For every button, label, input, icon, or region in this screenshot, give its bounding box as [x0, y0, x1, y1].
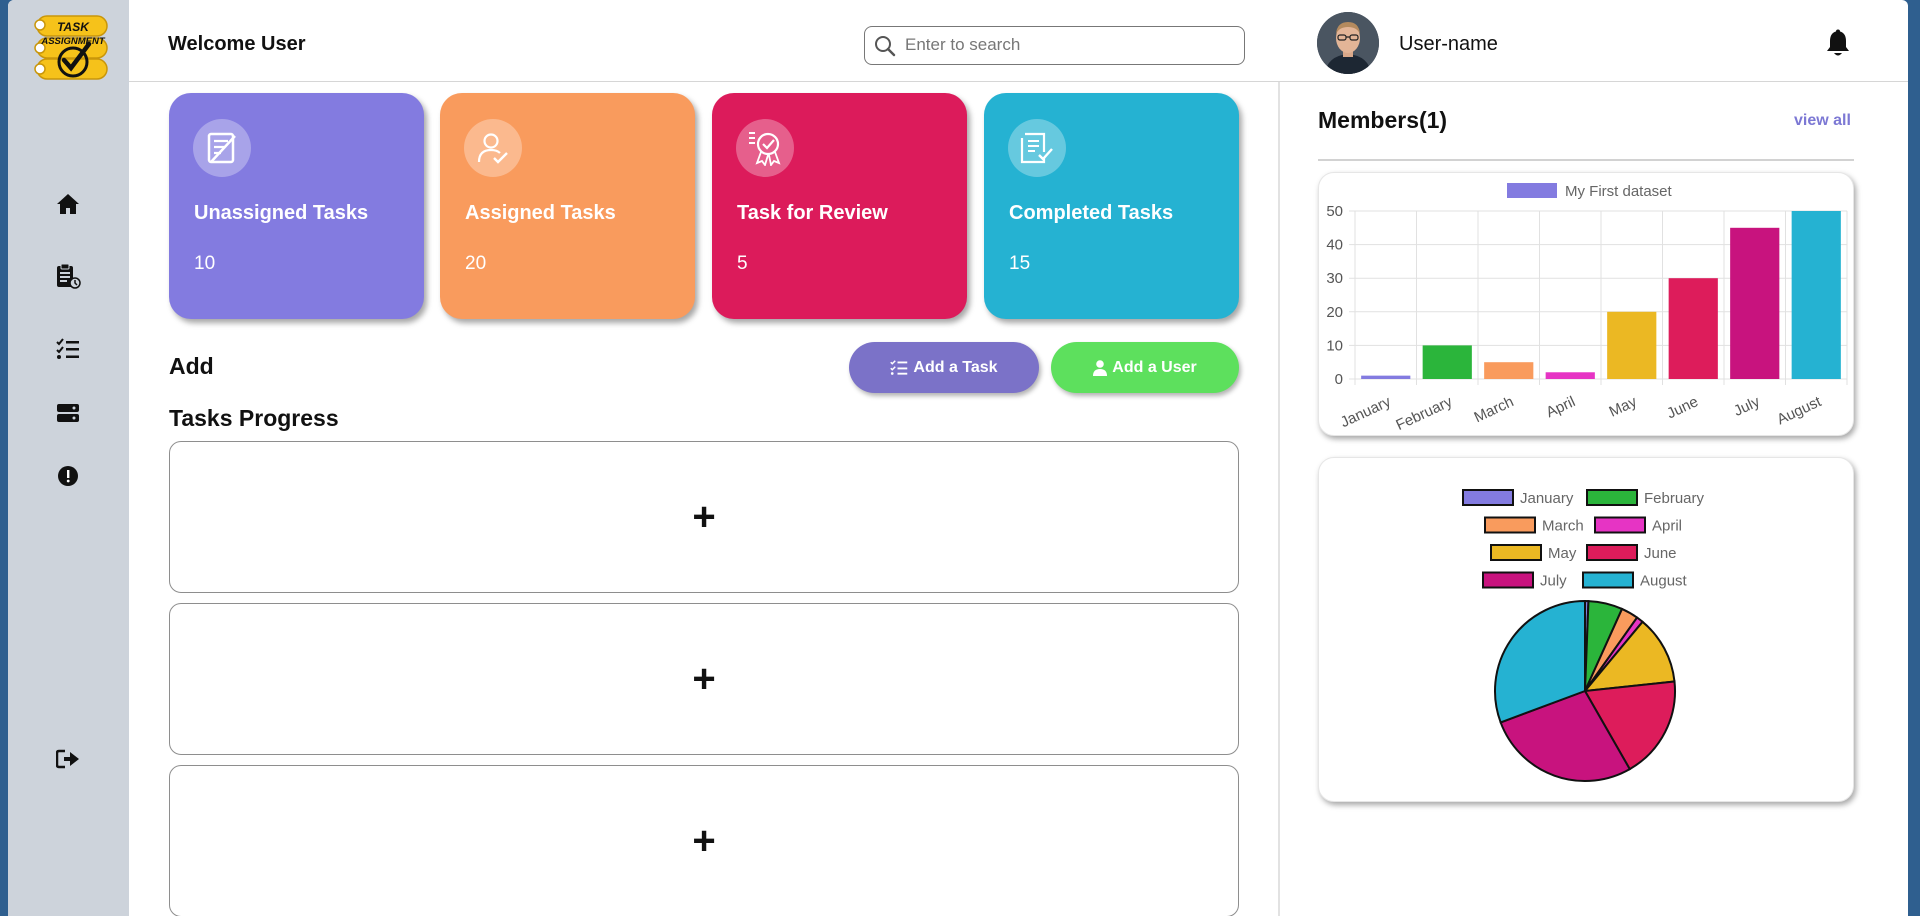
- username[interactable]: User-name: [1399, 33, 1498, 56]
- y-tick-label: 10: [1326, 337, 1343, 354]
- app-window: TASK ASSIGNMENT Welcome User Enter to se…: [8, 0, 1908, 916]
- x-tick-label: July: [1731, 393, 1763, 420]
- plus-icon: +: [692, 495, 716, 539]
- review-badge-icon: [736, 119, 794, 177]
- card-count: 15: [1009, 253, 1031, 274]
- legend-label: May: [1548, 545, 1577, 562]
- card-title: Unassigned Tasks: [194, 202, 369, 224]
- bar: [1791, 211, 1841, 379]
- view-all-link[interactable]: view all: [1794, 112, 1851, 130]
- bar-chart-card: My First dataset 0 10 20 30 40 50 January Februa…: [1318, 172, 1854, 436]
- server-icon[interactable]: [53, 398, 83, 428]
- legend-label: April: [1652, 518, 1682, 535]
- card-count: 5: [737, 253, 748, 274]
- card-task-for-review[interactable]: Task for Review 5: [712, 93, 967, 319]
- add-task-button[interactable]: Add a Task: [849, 342, 1039, 393]
- clipboard-icon[interactable]: [53, 261, 83, 291]
- x-tick-label: August: [1774, 393, 1824, 428]
- x-tick-label: April: [1544, 393, 1578, 421]
- search-box: [864, 26, 1245, 65]
- add-task-label: Add a Task: [913, 358, 998, 376]
- y-tick-label: 40: [1326, 237, 1343, 254]
- members-divider: [1318, 159, 1854, 161]
- card-title: Completed Tasks: [1009, 202, 1174, 224]
- legend-swatch: [1462, 489, 1514, 506]
- legend-swatch: [1507, 183, 1557, 198]
- bar: [1361, 375, 1411, 379]
- card-title: Task for Review: [737, 202, 888, 224]
- x-tick-label: May: [1607, 393, 1640, 421]
- sidebar: TASK ASSIGNMENT: [8, 0, 129, 916]
- add-user-label: Add a User: [1112, 358, 1197, 376]
- legend-swatch: [1484, 516, 1536, 534]
- y-tick-label: 20: [1326, 304, 1343, 321]
- x-tick-label: February: [1393, 393, 1455, 434]
- legend-swatch: [1582, 571, 1634, 589]
- card-count: 10: [194, 253, 216, 274]
- task-assignment-logo[interactable]: TASK ASSIGNMENT: [33, 14, 109, 80]
- bar: [1545, 372, 1595, 379]
- task-list-icon: [890, 360, 908, 375]
- logout-icon[interactable]: [53, 744, 83, 774]
- add-heading: Add: [169, 353, 214, 379]
- bar: [1730, 227, 1780, 379]
- panel-divider: [1278, 82, 1280, 916]
- legend-label: August: [1640, 573, 1688, 590]
- add-user-button[interactable]: Add a User: [1051, 342, 1239, 393]
- bar: [1668, 278, 1718, 379]
- search-icon: [874, 35, 896, 62]
- card-completed-tasks[interactable]: Completed Tasks 15: [984, 93, 1239, 319]
- task-progress-slot[interactable]: +: [169, 603, 1239, 755]
- legend-swatch: [1490, 544, 1542, 561]
- legend-swatch: [1586, 544, 1638, 561]
- legend-label: My First dataset: [1565, 183, 1673, 200]
- task-list-icon[interactable]: [53, 334, 83, 364]
- x-tick-label: June: [1664, 393, 1701, 422]
- legend-label: February: [1644, 490, 1705, 507]
- plus-icon: +: [692, 819, 716, 863]
- members-title: Members(1): [1318, 107, 1448, 133]
- user-icon: [1093, 359, 1108, 376]
- legend-swatch: [1482, 571, 1534, 589]
- y-tick-label: 0: [1335, 371, 1343, 388]
- logo-line-2: ASSIGNMENT: [40, 36, 106, 47]
- logo-line-1: TASK: [57, 20, 90, 34]
- bar-chart: My First dataset 0 10 20 30 40 50 January Februa…: [1326, 183, 1848, 434]
- bar: [1484, 362, 1534, 379]
- card-assigned-tasks[interactable]: Assigned Tasks 20: [440, 93, 695, 319]
- bell-icon[interactable]: [1825, 29, 1851, 62]
- user-check-icon: [464, 119, 522, 177]
- legend-label: January: [1520, 490, 1574, 507]
- tasks-progress-heading: Tasks Progress: [169, 405, 339, 431]
- x-tick-label: January: [1338, 393, 1394, 431]
- pie-chart: January February March April May June July Augu…: [1462, 489, 1705, 782]
- legend-label: June: [1644, 545, 1677, 562]
- legend-swatch: [1586, 489, 1638, 506]
- legend-label: March: [1542, 518, 1584, 535]
- welcome-text: Welcome User: [168, 33, 306, 55]
- legend-swatch: [1594, 516, 1646, 534]
- legend-label: July: [1540, 573, 1567, 590]
- task-progress-slot[interactable]: +: [169, 441, 1239, 593]
- search-input[interactable]: [905, 27, 1235, 63]
- card-count: 20: [465, 253, 487, 274]
- x-tick-label: March: [1471, 393, 1516, 426]
- y-tick-label: 50: [1326, 203, 1343, 220]
- completed-doc-icon: [1008, 119, 1066, 177]
- plus-icon: +: [692, 657, 716, 701]
- unassigned-doc-icon: [193, 119, 251, 177]
- y-tick-label: 30: [1326, 270, 1343, 287]
- alert-icon[interactable]: [53, 461, 83, 491]
- home-icon[interactable]: [53, 189, 83, 219]
- task-progress-slot[interactable]: +: [169, 765, 1239, 916]
- card-title: Assigned Tasks: [465, 202, 616, 224]
- avatar[interactable]: [1317, 12, 1379, 74]
- bar: [1607, 311, 1657, 379]
- bar: [1422, 345, 1472, 379]
- pie-chart-card: January February March April May June July Augu…: [1318, 457, 1854, 802]
- card-unassigned-tasks[interactable]: Unassigned Tasks 10: [169, 93, 424, 319]
